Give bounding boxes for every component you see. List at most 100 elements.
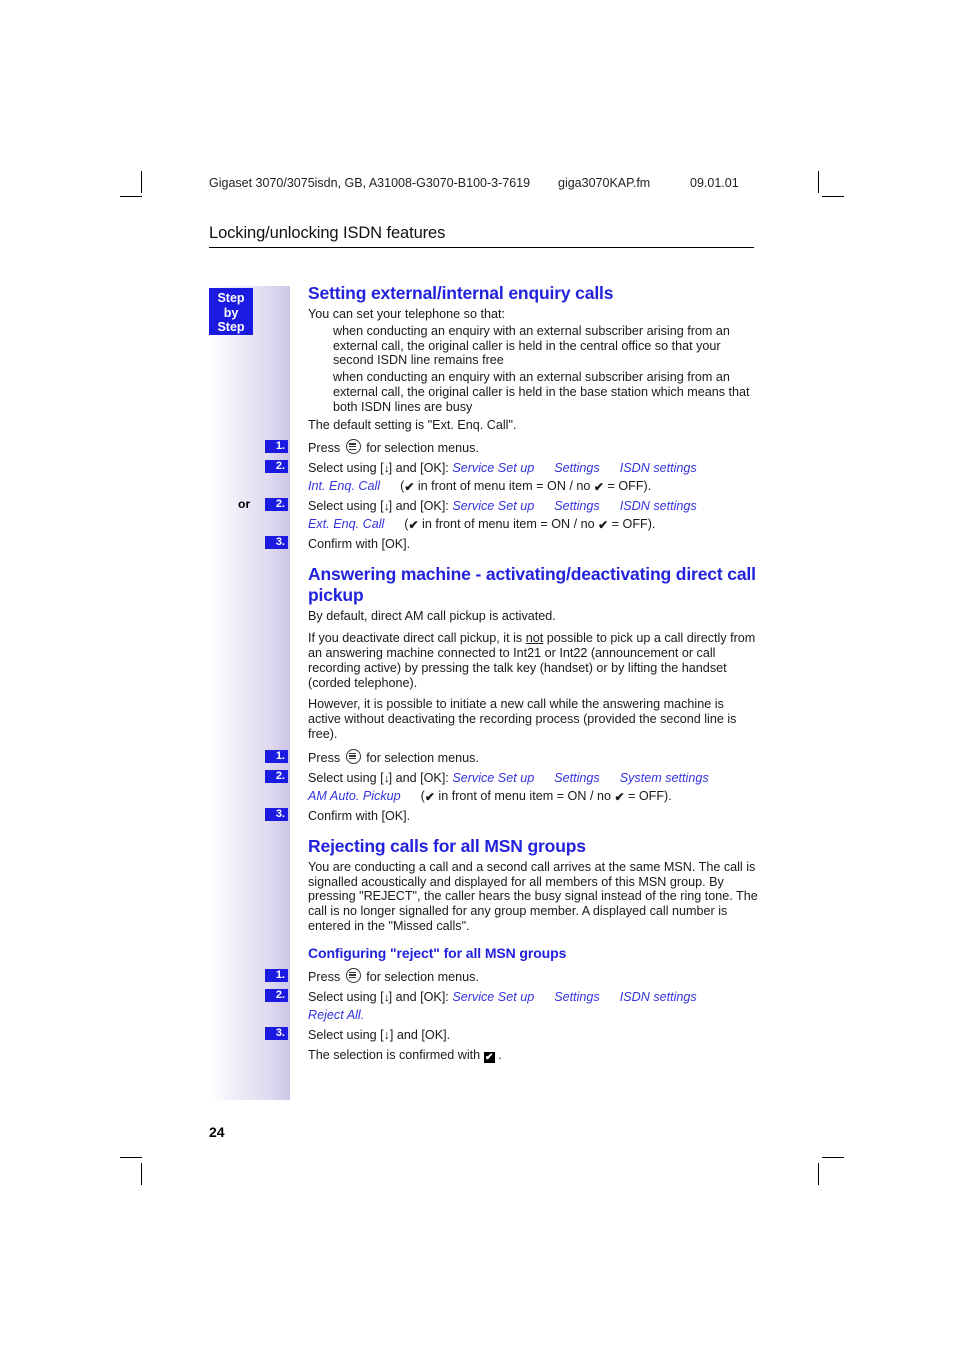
crop-mark-bottom-left-horizontal (120, 1157, 142, 1158)
check-mark-icon: ✔ (424, 789, 435, 804)
step-text-after: for selection menus. (366, 969, 479, 984)
step-badge: 2. (265, 498, 288, 512)
step-text: Confirm with [OK]. (308, 808, 411, 823)
step-text: Select using [↓] and [OK]: Service Set u… (308, 990, 697, 1022)
crop-mark-bottom-left-vertical (141, 1163, 142, 1185)
menu-path-item: Settings (554, 499, 600, 514)
step-by-step-line-1: Step (217, 291, 245, 305)
step-mid: ] and [OK]: (388, 770, 449, 785)
step-row: 2. Select using [↓] and [OK]: Service Se… (265, 459, 758, 495)
crop-mark-bottom-right-vertical (818, 1163, 819, 1185)
page-content: Setting external/internal enquiry calls … (238, 283, 758, 1066)
emphasis-not: not (525, 631, 544, 646)
step-row: 2. Select using [↓] and [OK]: Service Se… (265, 769, 758, 805)
page-number: 24 (209, 1124, 225, 1140)
step-suffix-text-b: = OFF). (603, 479, 652, 494)
chapter-title: Locking/unlocking ISDN features (209, 224, 754, 248)
step-prefix: Select using [ (308, 461, 384, 476)
default-setting-note: The default setting is "Ext. Enq. Call". (308, 417, 517, 432)
step-row: 1. Press for selection menus. (265, 967, 758, 986)
section-heading-enquiry-calls: Setting external/internal enquiry calls (308, 283, 614, 303)
down-arrow-key-icon: ↓ (382, 501, 390, 514)
step-list-configuring-reject: 1. Press for selection menus. 2. Select … (265, 967, 758, 1064)
step-badge: 1. (265, 968, 288, 982)
step-text-before: Press (308, 969, 341, 984)
menu-path-item: Ext. Enq. Call (308, 517, 385, 532)
step-suffix-text-b: = OFF). (624, 788, 672, 803)
step-row: 3. Confirm with [OK]. (265, 807, 758, 825)
menu-key-icon (345, 748, 361, 764)
down-arrow-key-icon: ↓ (382, 991, 390, 1004)
step-prefix: Select using [ (308, 499, 384, 514)
check-mark-icon: ✔ (614, 789, 625, 804)
step-suffix-text-a: in front of menu item = ON / no (434, 788, 615, 803)
step-badge: 2. (265, 460, 288, 474)
down-arrow-key-icon: ↓ (382, 772, 390, 785)
step-alternative-label: or (238, 497, 251, 512)
step-row: 1. Press for selection menus. (265, 748, 758, 767)
step-text: Press for selection menus. (308, 967, 479, 984)
step-row: or 2. Select using [↓] and [OK]: Service… (238, 497, 758, 533)
step-badge: 3. (265, 807, 288, 821)
step-mid: ] and [OK]: (388, 989, 449, 1004)
menu-path-item: Settings (554, 770, 600, 785)
menu-key-icon (345, 439, 361, 455)
menu-path-item: Service Set up (452, 770, 535, 785)
step-text-after: for selection menus. (366, 441, 479, 456)
menu-key-icon (345, 967, 361, 983)
step-mid: ] and [OK]: (388, 499, 449, 514)
document-date: 09.01.01 (690, 176, 739, 190)
step-text: Press for selection menus. (308, 748, 479, 765)
step-suffix-text-b: = OFF). (608, 517, 656, 532)
step-suffix-text-a: in front of menu item = ON / no (418, 517, 599, 532)
step-text: Select using [↓] and [OK]: Service Set u… (308, 499, 697, 533)
am-paragraph-deactivate: If you deactivate direct call pickup, it… (308, 631, 756, 690)
menu-path-item: System settings (619, 770, 709, 785)
step-text: Select using [↓] and [OK]. (308, 1027, 451, 1042)
section-intro-enquiry-calls: You can set your telephone so that: (308, 307, 505, 321)
step-row: 1. Press for selection menus. (265, 439, 758, 457)
reject-paragraph: You are conducting a call and a second c… (308, 859, 758, 933)
menu-path-item: ISDN settings (619, 499, 697, 514)
am-paragraph-default: By default, direct AM call pickup is act… (308, 609, 556, 624)
step-prefix: Select using [ (308, 770, 384, 785)
step-prefix: Select using [ (308, 989, 384, 1004)
menu-path-item: Service Set up (452, 989, 535, 1004)
menu-path-item: Reject All. (308, 1007, 365, 1022)
step-by-step-line-3: Step (217, 320, 245, 335)
crop-mark-top-left-vertical (141, 171, 142, 193)
step-by-step-line-2: by (223, 305, 239, 320)
menu-path-item: AM Auto. Pickup (308, 788, 401, 803)
step-suffix-text-a: in front of menu item = ON / no (414, 479, 594, 494)
step-row: 2. Select using [↓] and [OK]: Service Se… (265, 988, 758, 1024)
menu-path-item: ISDN settings (619, 461, 697, 476)
menu-path-item: Settings (554, 989, 600, 1004)
step-mid: ] and [OK]: (388, 461, 449, 476)
step-badge: 1. (265, 749, 288, 763)
step-row: 3. Select using [↓] and [OK]. (265, 1026, 758, 1044)
step-by-step-badge: Step by Step (209, 288, 253, 335)
step-list-enquiry-calls: 1. Press for selection menus. 2. Select … (238, 439, 758, 553)
section-heading-answering-machine: Answering machine - activating/deactivat… (308, 564, 756, 606)
step-text: Confirm with [OK]. (308, 537, 411, 552)
source-file-name: giga3070KAP.fm (558, 176, 651, 190)
step-text: Press for selection menus. (308, 439, 479, 456)
step-badge: 2. (265, 988, 288, 1002)
am-paragraph-however: However, it is possible to initiate a ne… (308, 697, 737, 741)
down-arrow-key-icon: ↓ (382, 463, 390, 476)
confirmation-note: The selection is confirmed with ✔ . (308, 1047, 502, 1063)
crop-mark-top-right-horizontal (822, 196, 844, 197)
bullet-enquiry-central-office: when conducting an enquiry with an exter… (333, 323, 730, 368)
running-head: Gigaset 3070/3075isdn, GB, A31008-G3070-… (209, 176, 829, 194)
bullet-enquiry-base-station: when conducting an enquiry with an exter… (333, 370, 750, 414)
step-badge: 3. (265, 1026, 288, 1040)
checked-box-icon: ✔ (483, 1051, 495, 1063)
confirmation-note-before: The selection is confirmed with (308, 1047, 481, 1062)
crop-mark-bottom-right-horizontal (822, 1157, 844, 1158)
step-text-before: Press (308, 750, 341, 765)
check-mark-icon: ✔ (598, 518, 609, 533)
sub-heading-configuring-reject: Configuring "reject" for all MSN groups (308, 944, 567, 961)
menu-path-item: Service Set up (452, 461, 535, 476)
check-mark-icon: ✔ (404, 480, 415, 495)
step-row: 3. Confirm with [OK]. (265, 535, 758, 553)
